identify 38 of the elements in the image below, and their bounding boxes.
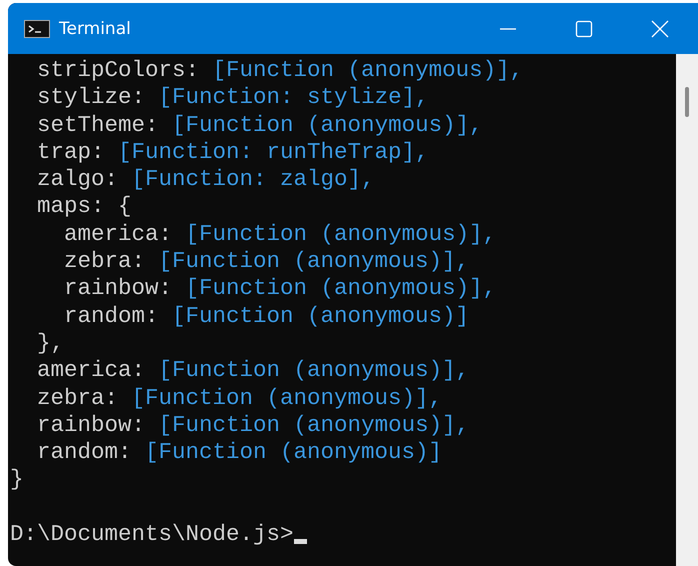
text-cursor bbox=[294, 539, 307, 544]
property-value: [Function (anonymous)], bbox=[158, 248, 470, 276]
property-name: stripColors: bbox=[37, 57, 200, 84]
close-icon bbox=[650, 18, 670, 38]
property-value: [Function (anonymous)], bbox=[186, 220, 496, 248]
property-name: stylize: bbox=[37, 84, 146, 112]
property-value: [Function (anonymous)] bbox=[172, 302, 470, 330]
closing-brace: }, bbox=[37, 330, 64, 358]
property-name: setTheme: bbox=[37, 112, 159, 139]
property-name: zebra: bbox=[37, 384, 118, 412]
property-name: rainbow: bbox=[64, 275, 172, 303]
property-name: trap: bbox=[37, 138, 105, 166]
property-name: america: bbox=[37, 357, 146, 385]
property-name: america: bbox=[64, 220, 172, 248]
maximize-icon bbox=[574, 18, 594, 38]
property-name: random: bbox=[37, 439, 132, 466]
property-value: [Function (anonymous)] bbox=[145, 439, 442, 466]
property-value: [Function: runTheTrap], bbox=[118, 138, 429, 166]
property-value: [Function (anonymous)], bbox=[212, 57, 524, 84]
terminal-icon bbox=[24, 20, 50, 38]
property-value: [Function (anonymous)], bbox=[158, 357, 470, 385]
property-value: [Function (anonymous)], bbox=[186, 275, 496, 303]
command-prompt: D:\Documents\Node.js> bbox=[10, 521, 294, 548]
property-name: zalgo: bbox=[37, 166, 118, 194]
window-title: Terminal bbox=[59, 18, 131, 38]
property-name: maps: { bbox=[37, 193, 132, 221]
property-name: random: bbox=[64, 302, 159, 330]
property-value: [Function (anonymous)], bbox=[158, 412, 470, 440]
property-value: [Function: zalgo], bbox=[132, 166, 375, 194]
minimize-icon bbox=[500, 28, 516, 30]
closing-brace: } bbox=[10, 466, 24, 494]
property-value: [Function (anonymous)], bbox=[132, 384, 442, 412]
property-name: zebra: bbox=[64, 248, 146, 276]
property-name: rainbow: bbox=[37, 412, 146, 440]
scrollbar-thumb[interactable] bbox=[685, 87, 689, 117]
scrollbar[interactable] bbox=[676, 54, 698, 566]
property-value: [Function: stylize], bbox=[158, 84, 429, 112]
property-value: [Function (anonymous)], bbox=[172, 112, 483, 139]
